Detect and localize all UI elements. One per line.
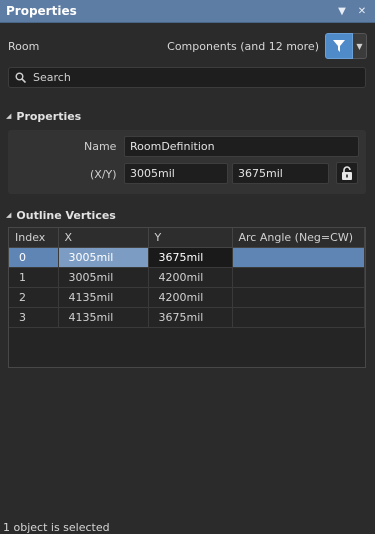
outline-vertices-grid: Index X Y Arc Angle (Neg=CW) 0 3005mil 3… xyxy=(8,227,366,368)
cell-x[interactable]: 3005mil xyxy=(58,267,149,288)
cell-y[interactable]: 3675mil xyxy=(148,307,233,328)
filter-button[interactable] xyxy=(325,33,353,59)
column-header-y[interactable]: Y xyxy=(148,228,233,248)
search-input[interactable] xyxy=(31,70,365,85)
filter-icon xyxy=(333,40,345,52)
components-filter-label[interactable]: Components (and 12 more) xyxy=(167,40,319,53)
table-row[interactable]: 2 4135mil 4200mil xyxy=(9,287,365,308)
properties-section-label: Properties xyxy=(16,109,82,123)
y-field[interactable]: 3675mil xyxy=(232,163,329,184)
cell-arc[interactable] xyxy=(232,287,365,308)
xy-label: (X/Y) xyxy=(90,168,117,181)
name-label: Name xyxy=(84,140,117,153)
panel-title: Properties xyxy=(6,4,77,18)
collapse-arrow-icon: ◢ xyxy=(6,211,12,219)
cell-index[interactable]: 2 xyxy=(9,287,59,308)
table-row[interactable]: 3 4135mil 3675mil xyxy=(9,307,365,328)
collapse-arrow-icon: ◢ xyxy=(6,112,12,120)
name-field[interactable]: RoomDefinition xyxy=(124,136,359,157)
cell-arc[interactable] xyxy=(232,307,365,328)
cell-arc[interactable] xyxy=(232,267,365,288)
close-icon[interactable]: ✕ xyxy=(355,6,369,17)
panel-titlebar: Properties ▼ ✕ xyxy=(0,0,375,23)
table-row[interactable]: 0 3005mil 3675mil xyxy=(9,247,365,268)
outline-vertices-section-header[interactable]: ◢ Outline Vertices xyxy=(6,207,116,223)
cell-index[interactable]: 1 xyxy=(9,267,59,288)
column-header-index[interactable]: Index xyxy=(9,228,59,248)
outline-vertices-section-label: Outline Vertices xyxy=(16,208,116,222)
cell-index[interactable]: 0 xyxy=(9,247,59,268)
name-field-value: RoomDefinition xyxy=(130,140,215,153)
cell-index[interactable]: 3 xyxy=(9,307,59,328)
cell-y[interactable]: 4200mil xyxy=(148,287,233,308)
cell-y[interactable]: 4200mil xyxy=(148,267,233,288)
table-header-row: Index X Y Arc Angle (Neg=CW) xyxy=(9,228,365,248)
dropdown-triangle-icon[interactable]: ▼ xyxy=(335,6,349,17)
unlocked-padlock-icon xyxy=(342,166,352,180)
filter-dropdown-button[interactable]: ▼ xyxy=(353,33,367,59)
x-field-value: 3005mil xyxy=(130,167,175,180)
search-box xyxy=(8,67,366,88)
x-field[interactable]: 3005mil xyxy=(124,163,228,184)
cell-x[interactable]: 4135mil xyxy=(58,287,149,308)
chevron-down-icon: ▼ xyxy=(356,41,363,51)
y-field-value: 3675mil xyxy=(238,167,283,180)
cell-x[interactable]: 3005mil xyxy=(58,247,149,268)
filter-row: Room Components (and 12 more) ▼ xyxy=(0,33,375,59)
lock-button[interactable] xyxy=(336,162,358,184)
cell-x[interactable]: 4135mil xyxy=(58,307,149,328)
table-row[interactable]: 1 3005mil 4200mil xyxy=(9,267,365,288)
vertices-table: Index X Y Arc Angle (Neg=CW) 0 3005mil 3… xyxy=(9,228,365,328)
search-icon xyxy=(9,72,31,83)
column-header-arc-angle[interactable]: Arc Angle (Neg=CW) xyxy=(232,228,365,248)
properties-section-header[interactable]: ◢ Properties xyxy=(6,108,81,124)
cell-y[interactable]: 3675mil xyxy=(148,247,233,268)
status-bar-text: 1 object is selected xyxy=(3,521,110,534)
object-type-label: Room xyxy=(8,39,40,53)
cell-arc[interactable] xyxy=(232,247,365,268)
column-header-x[interactable]: X xyxy=(58,228,149,248)
